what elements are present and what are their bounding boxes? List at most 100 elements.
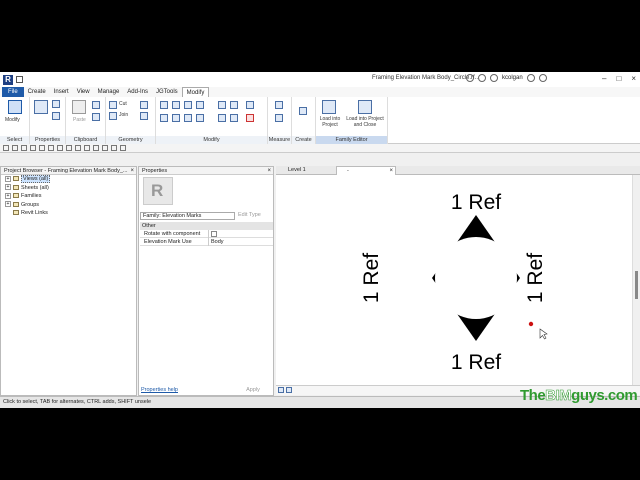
- tab-add-ins[interactable]: Add-Ins: [123, 87, 152, 97]
- cart-icon[interactable]: [478, 74, 486, 82]
- select-panel-label[interactable]: Select: [0, 136, 29, 144]
- qa-section-icon[interactable]: [93, 145, 99, 151]
- elevation-mark-use-value[interactable]: Body: [208, 238, 273, 246]
- search-icon[interactable]: [466, 74, 474, 82]
- family-selector[interactable]: Family: Elevation Marks: [140, 212, 235, 220]
- join-icon[interactable]: [109, 112, 117, 120]
- split-gap-icon[interactable]: [230, 101, 238, 109]
- view-tab-active[interactable]: - ×: [336, 166, 396, 175]
- cope-icon[interactable]: [109, 101, 117, 109]
- expand-icon[interactable]: +: [5, 192, 11, 199]
- tree-item-revit-links[interactable]: Revit Links: [1, 209, 136, 218]
- qa-dimension-icon[interactable]: [57, 145, 63, 151]
- pin-icon[interactable]: [246, 101, 254, 109]
- edit-type-button[interactable]: Edit Type: [238, 212, 261, 218]
- apply-button[interactable]: Apply: [241, 386, 265, 394]
- modify-button-label[interactable]: Modify: [5, 117, 20, 123]
- tab-jgtools[interactable]: JGTools: [152, 87, 182, 97]
- qa-switch-windows-icon[interactable]: [120, 145, 126, 151]
- qa-redo-icon[interactable]: [30, 145, 36, 151]
- maximize-icon[interactable]: □: [616, 74, 621, 83]
- vertical-scrollbar[interactable]: [632, 175, 640, 385]
- rotate-icon[interactable]: [184, 114, 192, 122]
- detail-level-icon[interactable]: [286, 387, 292, 393]
- dimension-icon[interactable]: [275, 114, 283, 122]
- tab-file[interactable]: File: [2, 87, 24, 97]
- expand-icon[interactable]: +: [5, 184, 11, 191]
- paste-label[interactable]: Paste: [73, 117, 86, 123]
- create-similar-icon[interactable]: [299, 107, 307, 115]
- visual-style-icon[interactable]: [278, 387, 284, 393]
- load-into-project-and-close-label[interactable]: Load into Project and Close: [342, 116, 388, 128]
- tab-create[interactable]: Create: [24, 87, 50, 97]
- offset-icon[interactable]: [172, 101, 180, 109]
- properties-group-other[interactable]: Other: [140, 222, 273, 230]
- load-into-project-icon[interactable]: [322, 100, 336, 114]
- tab-manage[interactable]: Manage: [94, 87, 124, 97]
- project-browser-close-icon[interactable]: ×: [130, 167, 134, 174]
- user-name[interactable]: kcolgan: [502, 75, 523, 81]
- copy-icon[interactable]: [92, 101, 100, 109]
- tab-view[interactable]: View: [73, 87, 94, 97]
- tree-item-sheets[interactable]: + Sheets (all): [1, 184, 136, 193]
- family-types-icon[interactable]: [52, 112, 60, 120]
- tree-item-groups[interactable]: + Groups: [1, 201, 136, 210]
- close-icon[interactable]: ×: [631, 74, 636, 83]
- minimize-icon[interactable]: –: [602, 74, 606, 83]
- open-icon[interactable]: [16, 76, 23, 83]
- paste-icon[interactable]: [72, 100, 86, 114]
- mirror-pick-icon[interactable]: [184, 101, 192, 109]
- copy-element-icon[interactable]: [172, 114, 180, 122]
- tree-item-views[interactable]: + Views (all): [1, 175, 136, 184]
- load-into-project-and-close-icon[interactable]: [358, 100, 372, 114]
- qa-text-icon[interactable]: [75, 145, 81, 151]
- properties-close-icon[interactable]: ×: [267, 167, 271, 175]
- align-icon[interactable]: [160, 101, 168, 109]
- cut-label[interactable]: Cut: [119, 101, 127, 107]
- array-icon[interactable]: [218, 114, 226, 122]
- trim-icon[interactable]: [196, 114, 204, 122]
- tree-item-label[interactable]: Revit Links: [21, 210, 48, 216]
- exchange-icon[interactable]: [526, 74, 535, 82]
- move-icon[interactable]: [160, 114, 168, 122]
- properties-icon[interactable]: [34, 100, 48, 114]
- modify-cursor-icon[interactable]: [8, 100, 22, 114]
- qa-3d-view-icon[interactable]: [84, 145, 90, 151]
- tab-modify[interactable]: Modify: [181, 87, 210, 97]
- split-face-icon[interactable]: [140, 101, 148, 109]
- scale-icon[interactable]: [230, 114, 238, 122]
- tree-item-label[interactable]: Families: [21, 193, 41, 199]
- tree-item-label[interactable]: Views (all): [21, 175, 51, 183]
- user-icon[interactable]: [490, 74, 498, 82]
- qa-undo-icon[interactable]: [21, 145, 27, 151]
- qa-measure-icon[interactable]: [48, 145, 54, 151]
- measure-icon[interactable]: [275, 101, 283, 109]
- load-into-project-label[interactable]: Load into Project: [318, 116, 342, 128]
- qa-thin-lines-icon[interactable]: [102, 145, 108, 151]
- qa-print-icon[interactable]: [39, 145, 45, 151]
- delete-icon[interactable]: [246, 114, 254, 122]
- join-label[interactable]: Join: [119, 112, 128, 118]
- view-tab-label[interactable]: Level 1: [288, 167, 306, 173]
- tree-item-label[interactable]: Sheets (all): [21, 185, 49, 191]
- revit-logo-icon[interactable]: R: [3, 74, 13, 85]
- mirror-draw-icon[interactable]: [196, 101, 204, 109]
- paint-icon[interactable]: [140, 112, 148, 120]
- view-tab-label[interactable]: -: [347, 168, 349, 174]
- expand-icon[interactable]: +: [5, 201, 11, 208]
- rotate-with-component-checkbox[interactable]: [208, 230, 273, 238]
- qa-save-icon[interactable]: [12, 145, 18, 151]
- drawing-canvas[interactable]: 1 Ref 1 Ref 1 Ref 1 Ref: [276, 175, 632, 385]
- qa-open-icon[interactable]: [3, 145, 9, 151]
- split-icon[interactable]: [218, 101, 226, 109]
- tree-item-label[interactable]: Groups: [21, 202, 39, 208]
- qa-tag-icon[interactable]: [66, 145, 72, 151]
- tab-insert[interactable]: Insert: [50, 87, 73, 97]
- type-properties-icon[interactable]: [52, 100, 60, 108]
- tree-item-families[interactable]: + Families: [1, 192, 136, 201]
- properties-help-link[interactable]: Properties help: [141, 387, 178, 393]
- view-tab-level-1[interactable]: Level 1: [278, 166, 334, 175]
- help-icon[interactable]: [538, 74, 547, 82]
- qa-close-views-icon[interactable]: [111, 145, 117, 151]
- expand-icon[interactable]: +: [5, 175, 11, 182]
